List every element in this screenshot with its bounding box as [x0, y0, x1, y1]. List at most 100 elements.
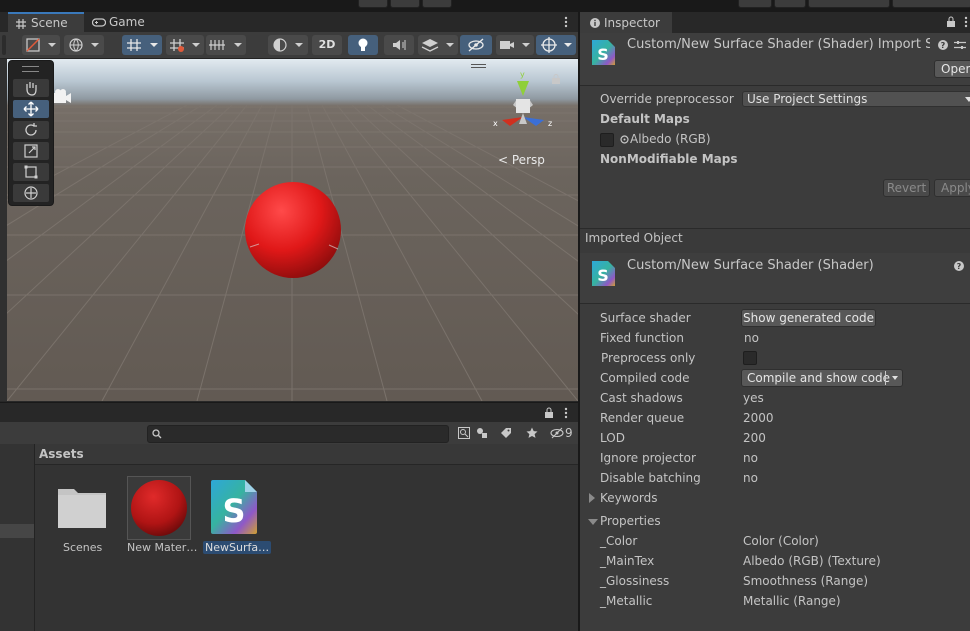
lock-icon[interactable]	[544, 407, 554, 419]
nonmodifiable-maps-heading: NonModifiable Maps	[600, 152, 738, 166]
revert-button[interactable]: Revert	[883, 179, 930, 197]
preset-sliders-icon[interactable]	[954, 40, 966, 50]
scene-toolbox	[8, 60, 54, 206]
svg-text:?: ?	[957, 262, 962, 271]
lighting-toggle[interactable]	[348, 35, 378, 55]
albedo-texture-slot[interactable]	[600, 133, 614, 147]
grid-visibility-dropdown[interactable]	[206, 35, 246, 55]
layers-dropdown[interactable]	[808, 0, 890, 8]
shader-header-title: Custom/New Surface Shader (Shader)	[627, 258, 874, 273]
help-icon[interactable]: ?	[938, 40, 948, 50]
preprocess-only-checkbox[interactable]	[743, 351, 757, 365]
properties-label: Properties	[600, 514, 661, 528]
2d-toggle[interactable]: 2D	[312, 35, 342, 55]
gizmos-dropdown[interactable]	[536, 35, 576, 55]
compiled-code-label: Compiled code	[600, 371, 690, 385]
inspector-kebab-icon[interactable]	[964, 16, 968, 28]
snap-grid-icon	[127, 39, 158, 51]
folder-icon[interactable]	[57, 485, 107, 529]
shader-icon[interactable]: S	[209, 478, 259, 536]
asset-shader-label[interactable]: NewSurfa…	[203, 541, 272, 554]
draw-mode-dropdown[interactable]	[22, 35, 60, 55]
split-button-divider	[885, 371, 886, 385]
asset-material-label[interactable]: New Mater…	[127, 541, 197, 554]
inspector-tab-bar	[672, 12, 970, 33]
star-icon[interactable]	[526, 427, 538, 439]
cast-shadows-label: Cast shadows	[600, 391, 683, 405]
search-icon	[152, 429, 162, 439]
keywords-foldout[interactable]: Keywords	[588, 491, 708, 507]
rotate-tool[interactable]	[13, 121, 49, 139]
project-tab-bar	[0, 402, 578, 423]
hand-tool[interactable]	[13, 79, 49, 97]
svg-text:?: ?	[941, 41, 946, 50]
material-sphere-icon	[131, 480, 187, 536]
move-tool[interactable]	[13, 100, 49, 118]
show-generated-code-button[interactable]: Show generated code	[741, 309, 876, 327]
properties-foldout[interactable]: Properties	[588, 514, 708, 530]
scene-viewport[interactable]: x y z	[7, 59, 578, 401]
fixed-function-value: no	[744, 331, 759, 345]
asset-material-thumbnail[interactable]	[127, 476, 191, 540]
disable-batching-value: no	[743, 471, 758, 485]
transform-tool[interactable]	[13, 184, 49, 202]
project-kebab-icon[interactable]	[564, 407, 568, 419]
orientation-gizmo[interactable]: x y z	[483, 71, 563, 151]
audio-icon	[393, 40, 406, 50]
rect-tool[interactable]	[13, 163, 49, 181]
open-button[interactable]: Open	[934, 60, 970, 78]
play-button[interactable]	[358, 0, 388, 8]
render-mode-dropdown[interactable]	[64, 35, 104, 55]
scale-tool[interactable]	[13, 142, 49, 160]
kebab-menu-icon[interactable]	[564, 16, 568, 28]
scene-visibility-toggle[interactable]	[460, 35, 492, 55]
svg-text:S: S	[222, 492, 245, 530]
gizmo-z-label: z	[548, 119, 552, 128]
hidden-packages-icon[interactable]	[550, 427, 564, 439]
pause-button[interactable]	[390, 0, 420, 8]
asset-scenes-label[interactable]: Scenes	[63, 541, 102, 554]
camera-settings-dropdown[interactable]	[496, 35, 534, 55]
shading-mode-dropdown[interactable]	[268, 35, 308, 55]
scene-tab-bar: Scene Game	[0, 12, 578, 32]
hand-icon	[26, 82, 37, 96]
tab-inspector[interactable]: Inspector	[580, 12, 672, 33]
step-button[interactable]	[422, 0, 452, 8]
viewport-menu-handle[interactable]	[471, 64, 486, 68]
assets-breadcrumb[interactable]: Assets	[39, 447, 84, 461]
shader-help-icon[interactable]: ?	[954, 261, 964, 271]
tab-game[interactable]: Game	[86, 12, 156, 32]
persp-label[interactable]: < Persp	[498, 153, 545, 167]
scale-icon	[24, 144, 38, 158]
grid-snapping-toggle[interactable]	[122, 35, 162, 55]
assets-grid	[35, 465, 578, 631]
audio-toggle[interactable]	[384, 35, 414, 55]
move-arrows-icon	[23, 101, 39, 117]
camera-gizmo-icon[interactable]	[52, 88, 72, 106]
foldout-collapsed-icon	[589, 493, 595, 503]
object-picker-icon[interactable]	[620, 135, 629, 144]
toolbox-grip[interactable]	[22, 66, 39, 72]
inspector-lock-icon[interactable]	[946, 16, 956, 28]
compile-and-show-code-button[interactable]: Compile and show code	[741, 369, 903, 387]
filter-by-type-icon[interactable]	[476, 427, 488, 439]
apply-button[interactable]: Apply	[934, 179, 970, 197]
lightbulb-icon	[358, 38, 368, 51]
layout-dropdown[interactable]	[892, 0, 970, 8]
project-search-input[interactable]	[147, 425, 449, 443]
tab-scene[interactable]: Scene	[8, 12, 84, 32]
tag-icon[interactable]	[500, 427, 512, 439]
history-button[interactable]	[738, 0, 772, 8]
gizmo-x-label: x	[493, 119, 498, 128]
increment-snap-dropdown[interactable]	[166, 35, 204, 55]
scene-toolbar: 2D	[0, 32, 578, 59]
folder-tree-selected-row[interactable]	[0, 524, 34, 538]
effects-dropdown[interactable]	[418, 35, 458, 55]
compile-dropdown-chevron-icon[interactable]	[892, 376, 898, 381]
search-by-type-icon[interactable]	[458, 427, 470, 439]
info-icon	[590, 18, 600, 28]
search-button[interactable]	[774, 0, 806, 8]
override-preprocessor-dropdown[interactable]: Use Project Settings	[742, 91, 970, 107]
ignore-projector-label: Ignore projector	[600, 451, 696, 465]
override-preprocessor-label: Override preprocessor	[600, 92, 734, 106]
